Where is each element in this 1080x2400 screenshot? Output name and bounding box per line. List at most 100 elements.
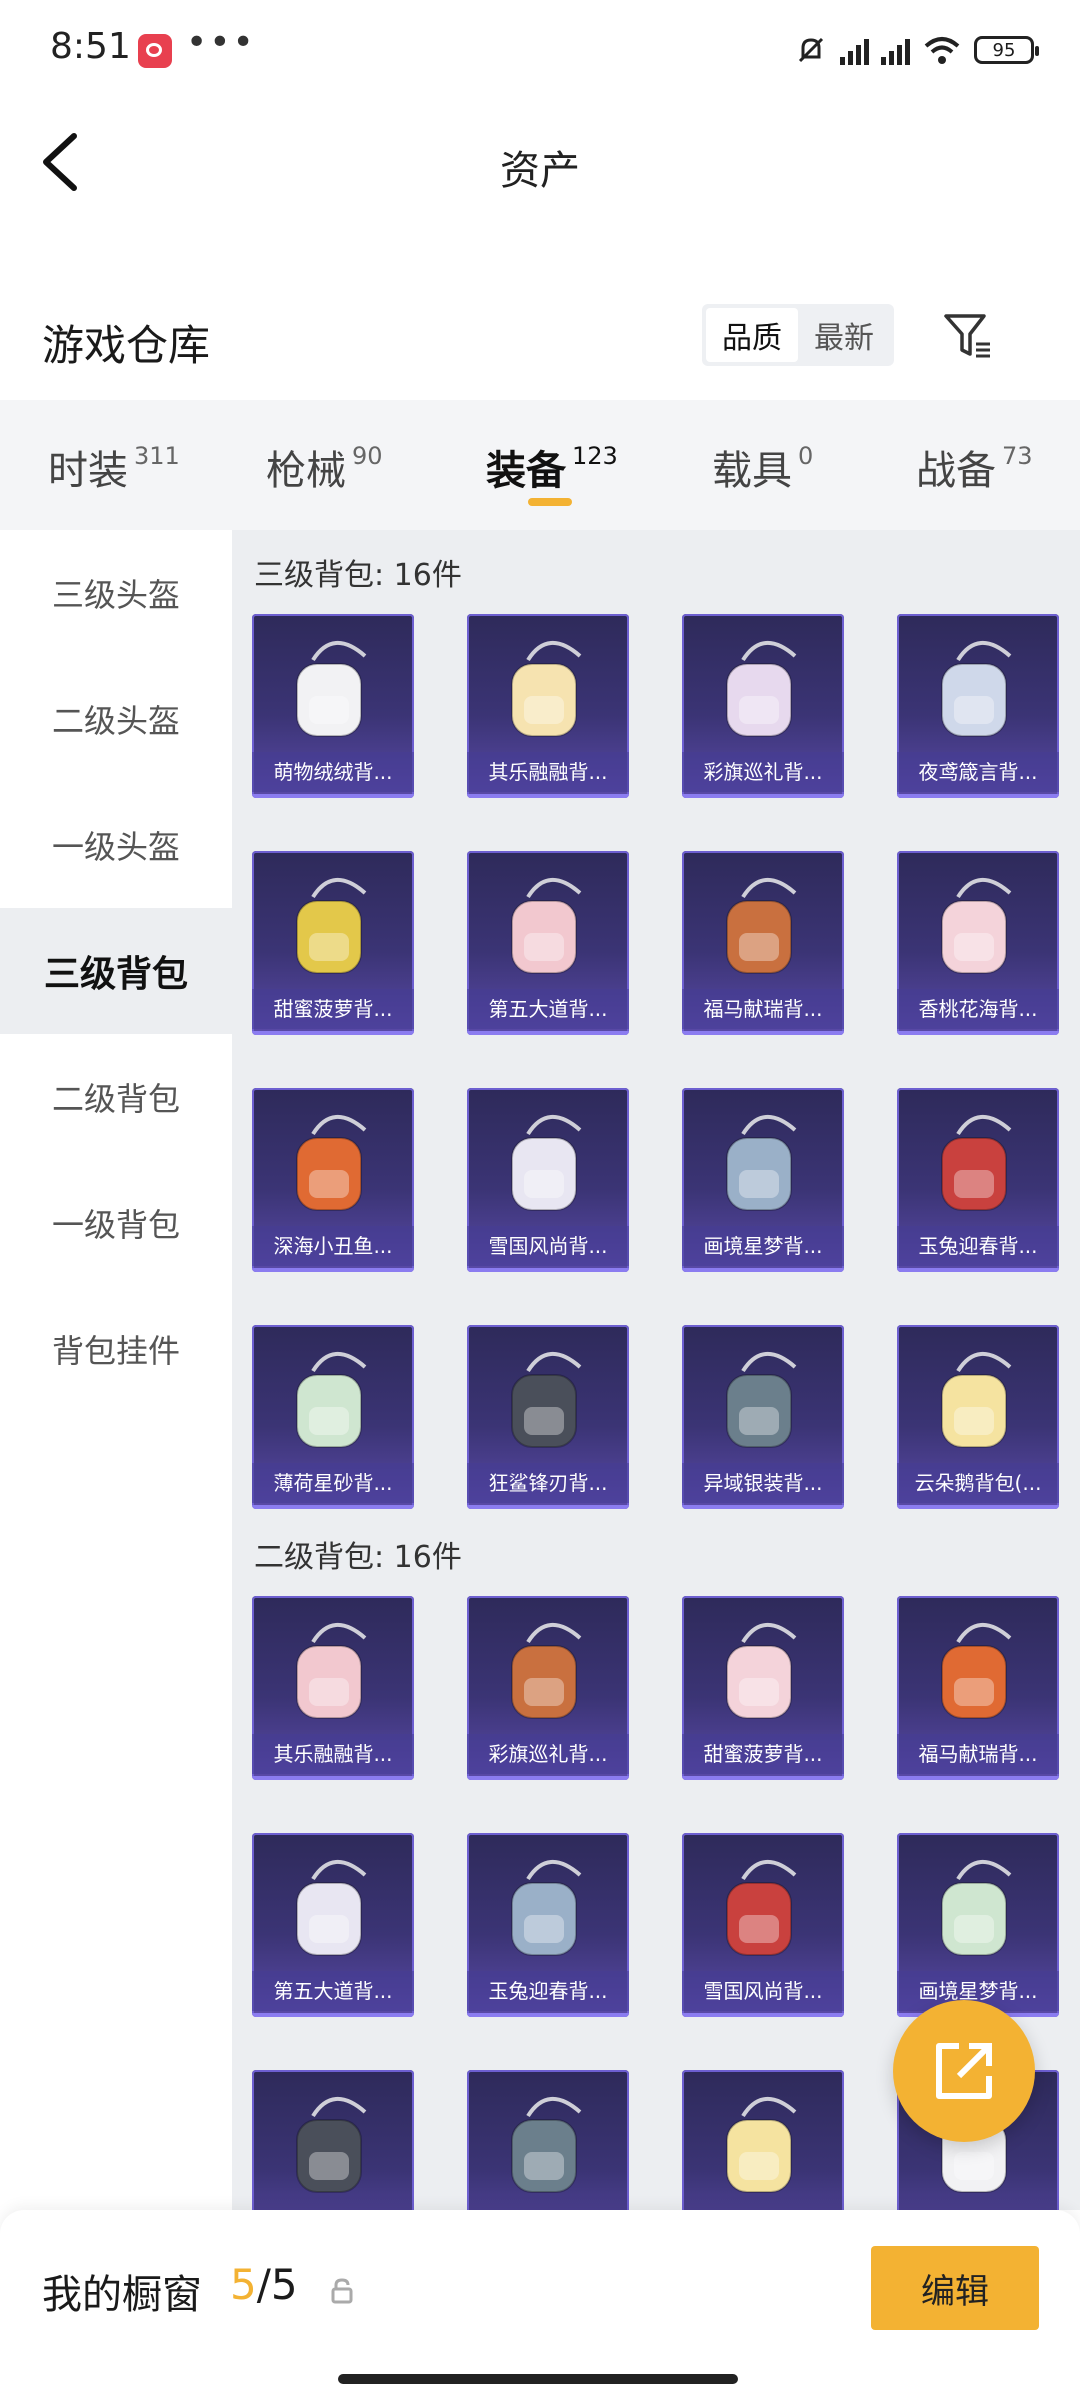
status-bar: 8:51 ••• 95: [0, 0, 1080, 100]
item-card[interactable]: 福马献瑞背...: [897, 1596, 1059, 1780]
tab-count: 73: [1002, 442, 1033, 470]
tab-vehicles[interactable]: 载具 0: [712, 438, 813, 496]
sidebar-item[interactable]: 二级头盔: [0, 656, 232, 782]
item-card[interactable]: 云朵鹅背包(...: [897, 1325, 1059, 1509]
backpack-icon: [296, 1114, 367, 1211]
backpack-icon: [511, 1351, 582, 1448]
item-card[interactable]: 甜蜜菠萝背...: [252, 851, 414, 1035]
backpack-icon: [941, 640, 1012, 737]
backpack-icon: [726, 1859, 797, 1956]
item-name: 第五大道背...: [467, 989, 629, 1029]
backpack-icon: [511, 2096, 582, 2193]
item-name: 福马献瑞背...: [682, 989, 844, 1029]
tab-label: 战备: [916, 448, 996, 494]
sidebar-item[interactable]: 背包挂件: [0, 1286, 232, 1412]
sort-toggle: 品质 最新: [702, 304, 894, 366]
backpack-icon: [941, 1114, 1012, 1211]
item-card[interactable]: 狂鲨锋刃背...: [467, 1325, 629, 1509]
item-card[interactable]: 彩旗巡礼背...: [682, 614, 844, 798]
item-card[interactable]: 深海小丑鱼...: [252, 1088, 414, 1272]
showcase-count: 5/5: [230, 2260, 298, 2309]
sidebar-item-active[interactable]: 三级背包: [0, 908, 232, 1034]
app-notification-icon: [138, 34, 172, 68]
item-card[interactable]: 彩旗巡礼背...: [467, 1596, 629, 1780]
tab-label: 装备: [486, 448, 566, 494]
filter-icon[interactable]: [940, 308, 996, 364]
backpack-icon: [511, 1114, 582, 1211]
item-card[interactable]: 其乐融融背...: [252, 1596, 414, 1780]
battery-icon: 95: [974, 36, 1039, 64]
item-card[interactable]: 萌物绒绒背...: [252, 614, 414, 798]
backpack-icon: [296, 877, 367, 974]
tab-label: 枪械: [266, 448, 346, 494]
item-card[interactable]: 画境星梦背...: [897, 1833, 1059, 2017]
item-card[interactable]: 玉兔迎春背...: [897, 1088, 1059, 1272]
item-card[interactable]: 其乐融融背...: [467, 614, 629, 798]
item-card[interactable]: 第五大道背...: [467, 851, 629, 1035]
tab-guns[interactable]: 枪械 90: [266, 438, 383, 496]
backpack-icon: [296, 1859, 367, 1956]
backpack-icon: [941, 1859, 1012, 1956]
item-card[interactable]: 夜鸢箴言背...: [897, 614, 1059, 798]
item-name: 彩旗巡礼背...: [682, 752, 844, 792]
edit-button[interactable]: 编辑: [871, 2246, 1039, 2330]
category-tabs: 时装 311 枪械 90 装备 123 载具 0 战备 73: [0, 400, 1080, 530]
tab-label: 载具: [712, 448, 792, 494]
tab-gear[interactable]: 战备 73: [916, 438, 1033, 496]
page-title: 资产: [500, 148, 580, 194]
item-card[interactable]: 福马献瑞背...: [682, 851, 844, 1035]
backpack-icon: [726, 640, 797, 737]
sort-latest-button[interactable]: 最新: [798, 308, 890, 362]
item-card[interactable]: [252, 2070, 414, 2210]
showcase-count-used: 5: [230, 2260, 257, 2309]
wifi-icon: [924, 37, 960, 64]
item-name: 第五大道背...: [252, 1971, 414, 2011]
item-card[interactable]: 第五大道背...: [252, 1833, 414, 2017]
backpack-icon: [511, 877, 582, 974]
warehouse-header: 游戏仓库 品质 最新: [0, 290, 1080, 390]
signal-icon: [840, 35, 869, 65]
backpack-icon: [726, 2096, 797, 2193]
group-title: 三级背包: 16件: [254, 558, 462, 593]
item-card[interactable]: [467, 2070, 629, 2210]
share-button[interactable]: [893, 2000, 1035, 2142]
showcase-count-total: /5: [256, 2260, 298, 2309]
item-card[interactable]: 薄荷星砂背...: [252, 1325, 414, 1509]
item-name: 雪国风尚背...: [682, 1971, 844, 2011]
item-name: 其乐融融背...: [252, 1734, 414, 1774]
item-card[interactable]: 画境星梦背...: [682, 1088, 844, 1272]
backpack-icon: [941, 1351, 1012, 1448]
item-card[interactable]: [682, 2070, 844, 2210]
sort-quality-button[interactable]: 品质: [706, 308, 798, 362]
tab-fashion[interactable]: 时装 311: [48, 438, 180, 496]
item-card[interactable]: 香桃花海背...: [897, 851, 1059, 1035]
sidebar-item[interactable]: 一级头盔: [0, 782, 232, 908]
backpack-icon: [511, 640, 582, 737]
showcase-bar: 我的橱窗 5/5 编辑: [0, 2210, 1080, 2400]
item-card[interactable]: 玉兔迎春背...: [467, 1833, 629, 2017]
sidebar-item[interactable]: 二级背包: [0, 1034, 232, 1160]
nav-bar: 资产: [0, 100, 1080, 230]
sidebar: 三级头盔 二级头盔 一级头盔 三级背包 二级背包 一级背包 背包挂件: [0, 530, 232, 2210]
item-name: 萌物绒绒背...: [252, 752, 414, 792]
item-card[interactable]: 雪国风尚背...: [467, 1088, 629, 1272]
backpack-icon: [941, 877, 1012, 974]
warehouse-title: 游戏仓库: [42, 321, 211, 370]
backpack-icon: [296, 640, 367, 737]
item-name: 香桃花海背...: [897, 989, 1059, 1029]
item-name: 彩旗巡礼背...: [467, 1734, 629, 1774]
item-card[interactable]: 雪国风尚背...: [682, 1833, 844, 2017]
home-indicator: [338, 2374, 738, 2384]
backpack-icon: [296, 2096, 367, 2193]
item-name: 异域银装背...: [682, 1463, 844, 1503]
item-name: 甜蜜菠萝背...: [682, 1734, 844, 1774]
item-card[interactable]: 甜蜜菠萝背...: [682, 1596, 844, 1780]
item-name: 狂鲨锋刃背...: [467, 1463, 629, 1503]
item-card[interactable]: 异域银装背...: [682, 1325, 844, 1509]
tab-count: 123: [572, 442, 618, 470]
backpack-icon: [941, 1622, 1012, 1719]
tab-equipment[interactable]: 装备 123: [486, 438, 618, 496]
backpack-icon: [726, 1114, 797, 1211]
sidebar-item[interactable]: 三级头盔: [0, 530, 232, 656]
sidebar-item[interactable]: 一级背包: [0, 1160, 232, 1286]
